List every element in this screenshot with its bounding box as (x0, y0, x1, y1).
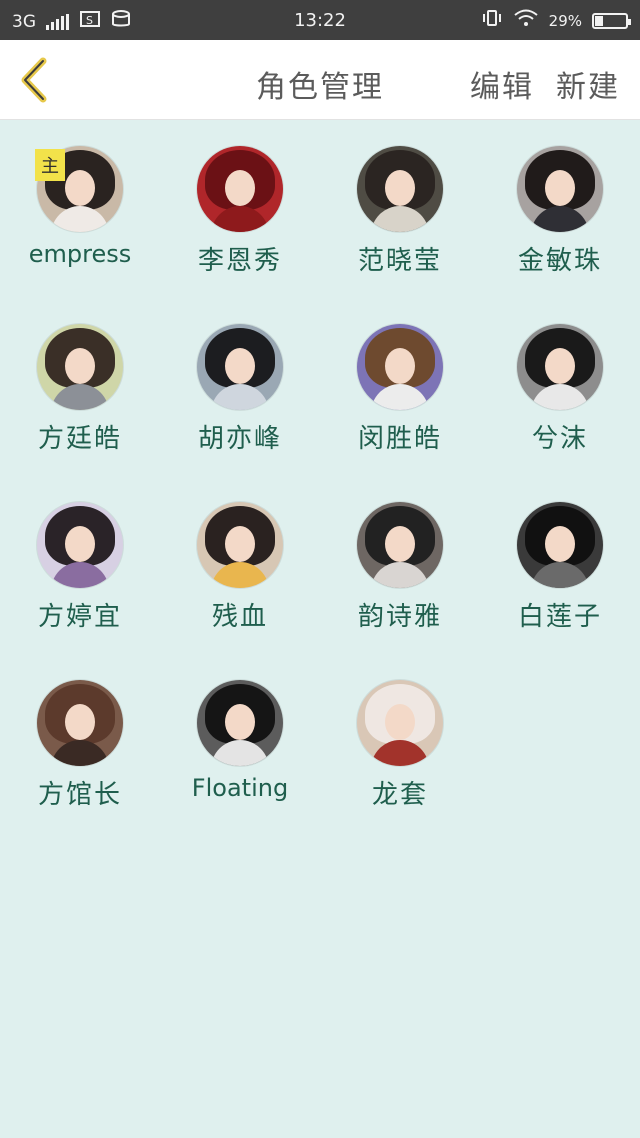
role-card[interactable]: 胡亦峰 (160, 324, 320, 502)
role-card[interactable]: 金敏珠 (480, 146, 640, 324)
avatar (357, 680, 443, 766)
avatar-body (211, 740, 269, 766)
role-card[interactable]: 方馆长 (0, 680, 160, 858)
avatar-body (51, 384, 109, 410)
avatar-face (225, 170, 255, 206)
battery-fill (595, 15, 603, 26)
avatar (197, 502, 283, 588)
avatar-body (531, 384, 589, 410)
avatar-face (65, 526, 95, 562)
avatar-body (371, 740, 429, 766)
nav-actions: 编辑 新建 (470, 62, 620, 106)
role-card[interactable]: 兮沫 (480, 324, 640, 502)
role-card[interactable]: 方婷宜 (0, 502, 160, 680)
avatar-face (65, 348, 95, 384)
avatar-body (51, 206, 109, 232)
wifi-icon (513, 9, 539, 32)
avatar-face (225, 526, 255, 562)
avatar-face (65, 704, 95, 740)
role-name: 范晓莹 (357, 246, 442, 276)
back-button[interactable] (14, 54, 54, 106)
status-right: 29% (481, 9, 631, 32)
role-name: 龙套 (371, 780, 428, 810)
vibrate-icon (481, 9, 503, 32)
avatar-face (385, 704, 415, 740)
role-card[interactable]: Floating (160, 680, 320, 858)
battery-percent: 29% (548, 11, 582, 30)
chevron-left-icon (21, 57, 47, 103)
role-name: 李恩秀 (197, 246, 282, 276)
avatar (197, 146, 283, 232)
avatar (197, 680, 283, 766)
avatar-body (371, 206, 429, 232)
role-grid: 主 empress 李恩秀 范晓莹 金敏珠方廷皓 胡亦峰 闵胜皓 兮沫方婷宜 残血 韵诗雅 白莲子方… (0, 120, 640, 858)
role-name: 韵诗雅 (357, 602, 442, 632)
role-name: 方馆长 (37, 780, 122, 810)
status-bar: 3G S 13:22 29% (0, 0, 640, 40)
avatar-face (65, 170, 95, 206)
role-name: 方婷宜 (37, 602, 122, 632)
avatar-face (385, 526, 415, 562)
avatar (517, 324, 603, 410)
role-card[interactable]: 方廷皓 (0, 324, 160, 502)
avatar-face (225, 348, 255, 384)
avatar-face (545, 348, 575, 384)
role-card[interactable]: 范晓莹 (320, 146, 480, 324)
role-card[interactable]: 残血 (160, 502, 320, 680)
avatar (197, 324, 283, 410)
avatar (37, 680, 123, 766)
role-name: Floating (191, 774, 289, 802)
role-card[interactable]: 闵胜皓 (320, 324, 480, 502)
edit-button[interactable]: 编辑 (470, 62, 534, 106)
main-role-badge: 主 (35, 149, 65, 181)
role-name: 兮沫 (531, 424, 588, 454)
avatar-face (385, 170, 415, 206)
avatar-body (51, 562, 109, 588)
avatar-body (211, 384, 269, 410)
avatar (357, 502, 443, 588)
avatar-body (51, 740, 109, 766)
avatar-body (371, 562, 429, 588)
role-name: 方廷皓 (37, 424, 122, 454)
avatar-face (385, 348, 415, 384)
avatar-body (211, 206, 269, 232)
battery-icon (592, 12, 631, 29)
avatar (357, 146, 443, 232)
avatar (517, 502, 603, 588)
role-card[interactable]: 白莲子 (480, 502, 640, 680)
avatar-face (545, 170, 575, 206)
avatar-face (545, 526, 575, 562)
role-name: 白莲子 (517, 602, 602, 632)
avatar-body (371, 384, 429, 410)
new-button[interactable]: 新建 (556, 62, 620, 106)
avatar (357, 324, 443, 410)
role-name: empress (28, 240, 132, 268)
nav-bar: 角色管理 编辑 新建 (0, 40, 640, 120)
role-name: 金敏珠 (517, 246, 602, 276)
avatar (37, 502, 123, 588)
avatar (37, 324, 123, 410)
role-name: 闵胜皓 (357, 424, 442, 454)
role-card[interactable]: 韵诗雅 (320, 502, 480, 680)
role-card[interactable]: 李恩秀 (160, 146, 320, 324)
avatar-body (211, 562, 269, 588)
avatar-face (225, 704, 255, 740)
role-name: 胡亦峰 (197, 424, 282, 454)
avatar-body (531, 206, 589, 232)
role-card[interactable]: 龙套 (320, 680, 480, 858)
role-name: 残血 (211, 602, 268, 632)
role-card[interactable]: 主 empress (0, 146, 160, 324)
avatar-body (531, 562, 589, 588)
avatar (517, 146, 603, 232)
